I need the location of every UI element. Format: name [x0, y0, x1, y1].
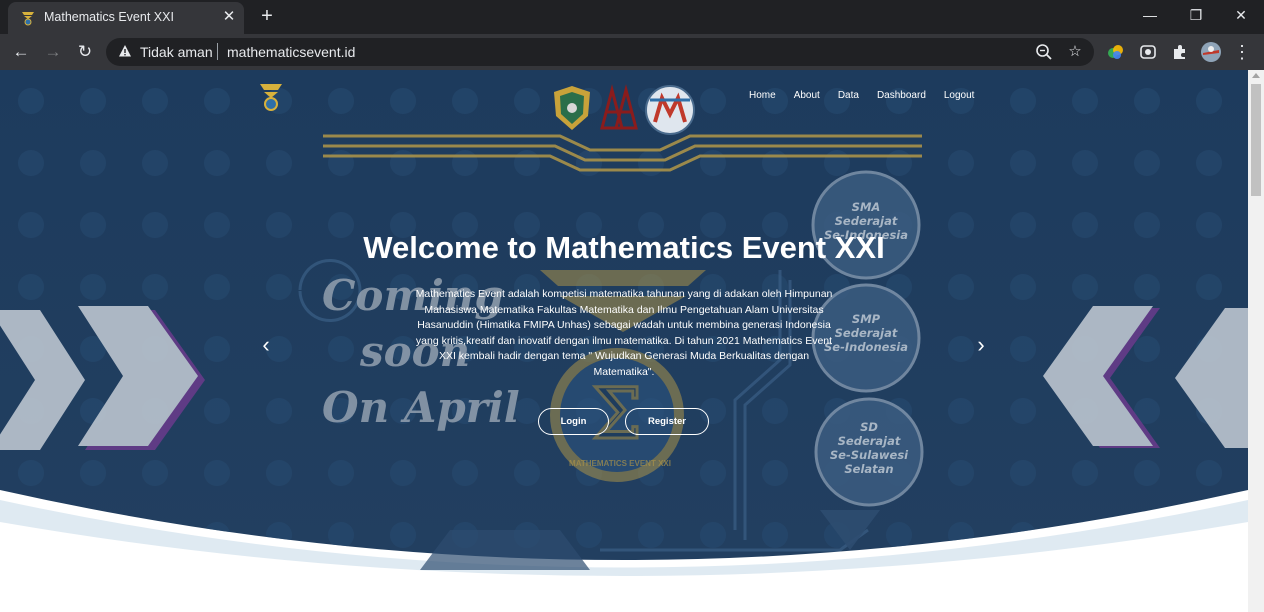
back-button[interactable]: ← [9, 40, 33, 64]
bubble-sd-line-4: Selatan [844, 462, 894, 476]
site-favicon-icon [22, 12, 34, 26]
new-tab-button[interactable]: + [256, 5, 278, 27]
hero-title: Welcome to Mathematics Event XXI [363, 230, 885, 265]
bubble-sd-line-2: Sederajat [837, 434, 901, 448]
bubble-sma-line-2: Sederajat [834, 214, 898, 228]
carousel-prev-icon[interactable]: ‹ [256, 332, 276, 358]
browser-toolbar: ← → ↻ Tidak aman mathematicsevent.id ☆ ⋮ [0, 34, 1264, 70]
bubble-sd-line-3: Se-Sulawesi [829, 448, 909, 462]
extensions-puzzle-icon[interactable] [1170, 42, 1190, 62]
login-button[interactable]: Login [538, 408, 609, 435]
close-window-button[interactable]: ✕ [1229, 4, 1253, 26]
site-logo-icon[interactable] [258, 82, 284, 112]
warning-icon [119, 45, 131, 57]
register-button[interactable]: Register [625, 408, 709, 435]
bubble-sma-line-1: SMA [851, 200, 881, 214]
bubble-sd-line-1: SD [860, 420, 878, 434]
himatika-logo-icon [600, 84, 638, 130]
nav-data-link[interactable]: Data [829, 90, 868, 101]
extension-colorful-icon[interactable] [1106, 42, 1126, 62]
browser-tab[interactable]: Mathematics Event XXI ✕ [8, 2, 244, 34]
security-label[interactable]: Tidak aman [140, 44, 213, 60]
nav-dashboard-link[interactable]: Dashboard [868, 90, 935, 101]
nav-about-link[interactable]: About [785, 90, 829, 101]
hero-description: Mathematics Event adalah kompetisi matem… [415, 288, 833, 378]
nav-logout-link[interactable]: Logout [935, 90, 984, 101]
reload-button[interactable]: ↻ [73, 40, 97, 64]
restore-button[interactable]: ❐ [1184, 4, 1208, 26]
forward-button[interactable]: → [41, 40, 65, 64]
address-divider [217, 43, 218, 60]
url-text[interactable]: mathematicsevent.id [227, 44, 355, 60]
zoom-icon[interactable] [1034, 42, 1054, 62]
browser-tab-bar: Mathematics Event XXI ✕ + — ❐ ✕ [0, 0, 1264, 34]
unhas-logo-icon [554, 86, 590, 130]
emblem-ring-text: MATHEMATICS EVENT XXI [569, 459, 671, 468]
extension-screen-icon[interactable] [1138, 42, 1158, 62]
tab-title: Mathematics Event XXI [44, 10, 174, 24]
main-nav: Home About Data Dashboard Logout [740, 90, 983, 101]
nav-home-link[interactable]: Home [740, 90, 785, 101]
tab-close-icon[interactable]: ✕ [220, 8, 238, 26]
minimize-button[interactable]: — [1138, 4, 1162, 26]
math-event-logo-icon [645, 85, 695, 135]
profile-avatar-icon[interactable] [1200, 41, 1222, 63]
partner-logos [554, 84, 695, 135]
carousel-next-icon[interactable]: › [971, 332, 991, 358]
bookmark-star-icon[interactable]: ☆ [1065, 42, 1085, 62]
web-page: Σ Coming soon On April SMA Sederajat Se-… [0, 70, 1248, 612]
scroll-up-icon[interactable] [1252, 73, 1260, 78]
page-scrollbar[interactable] [1248, 70, 1264, 612]
address-bar[interactable]: Tidak aman mathematicsevent.id ☆ [106, 38, 1094, 66]
chrome-menu-button[interactable]: ⋮ [1230, 40, 1254, 64]
scrollbar-thumb[interactable] [1251, 84, 1261, 196]
bubble-sd: SD Sederajat Se-Sulawesi Selatan [816, 420, 922, 476]
